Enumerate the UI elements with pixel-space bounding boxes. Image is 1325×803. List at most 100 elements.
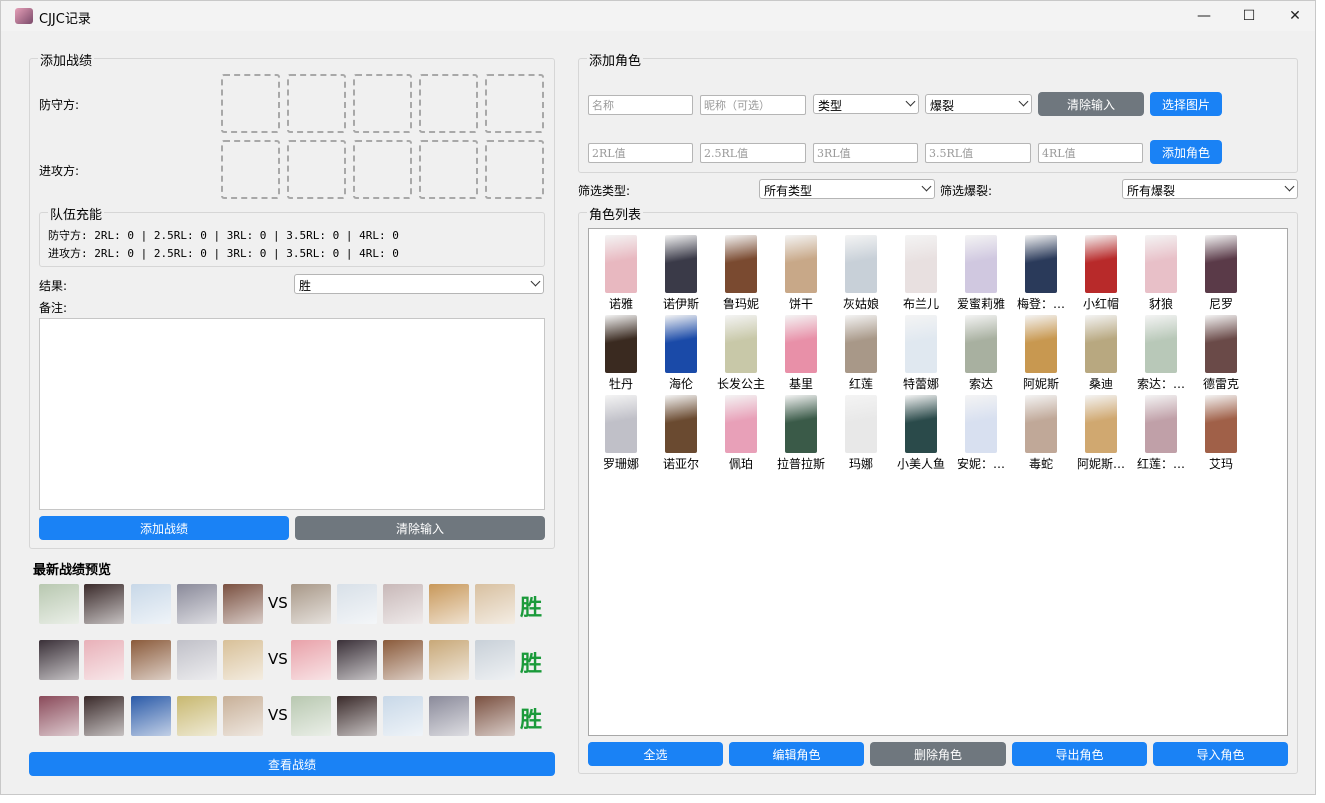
vs-label: VS — [268, 706, 288, 724]
character-item[interactable]: 红莲 — [831, 312, 891, 392]
character-name: 灰姑娘 — [842, 297, 879, 311]
character-item[interactable]: 豺狼 — [1131, 232, 1191, 312]
filter-burst-select[interactable]: 所有爆裂 — [1122, 179, 1298, 199]
preview-thumbnail — [39, 640, 79, 680]
add-character-button[interactable]: 添加角色 — [1150, 140, 1222, 164]
character-item[interactable]: 特蕾娜 — [891, 312, 951, 392]
character-item[interactable]: 阿妮斯 — [1011, 312, 1071, 392]
export-characters-button[interactable]: 导出角色 — [1012, 742, 1147, 766]
rl25-input[interactable] — [700, 143, 806, 163]
character-item[interactable]: 诺伊斯 — [651, 232, 711, 312]
notes-textarea[interactable] — [39, 318, 545, 510]
filter-type-label: 筛选类型: — [578, 184, 631, 198]
preview-thumbnail — [337, 640, 377, 680]
character-item[interactable]: 罗珊娜 — [591, 392, 651, 472]
result-select[interactable]: 胜 — [294, 274, 544, 294]
close-button[interactable]: ✕ — [1272, 1, 1318, 31]
character-item[interactable]: 饼干 — [771, 232, 831, 312]
character-item[interactable]: 红莲：… — [1131, 392, 1191, 472]
character-item[interactable]: 诺雅 — [591, 232, 651, 312]
rl3-input[interactable] — [813, 143, 918, 163]
defender-slot[interactable] — [419, 74, 478, 133]
attacker-slot[interactable] — [287, 140, 346, 199]
delete-character-button[interactable]: 删除角色 — [870, 742, 1006, 766]
character-item[interactable]: 灰姑娘 — [831, 232, 891, 312]
character-item[interactable]: 鲁玛妮 — [711, 232, 771, 312]
character-item[interactable]: 索达 — [951, 312, 1011, 392]
character-item[interactable]: 安妮：… — [951, 392, 1011, 472]
result-badge: 胜 — [520, 708, 543, 733]
character-item[interactable]: 爱蜜莉雅 — [951, 232, 1011, 312]
character-item[interactable]: 索达：… — [1131, 312, 1191, 392]
rl4-input[interactable] — [1038, 143, 1143, 163]
character-name: 鲁玛妮 — [722, 297, 759, 311]
preview-thumbnail — [84, 640, 124, 680]
choose-image-button[interactable]: 选择图片 — [1150, 92, 1222, 116]
maximize-button[interactable]: ☐ — [1226, 1, 1272, 31]
character-item[interactable]: 拉普拉斯 — [771, 392, 831, 472]
character-portrait — [1145, 395, 1177, 453]
nickname-input[interactable] — [700, 95, 806, 115]
rl2-input[interactable] — [588, 143, 693, 163]
filter-type-select[interactable]: 所有类型 — [759, 179, 935, 199]
rl35-input[interactable] — [925, 143, 1031, 163]
add-record-button[interactable]: 添加战绩 — [39, 516, 289, 540]
character-item[interactable]: 毒蛇 — [1011, 392, 1071, 472]
character-item[interactable]: 基里 — [771, 312, 831, 392]
preview-title: 最新战绩预览 — [33, 563, 112, 578]
name-input[interactable] — [588, 95, 693, 115]
character-item[interactable]: 布兰儿 — [891, 232, 951, 312]
character-item[interactable]: 小红帽 — [1071, 232, 1131, 312]
import-characters-button[interactable]: 导入角色 — [1153, 742, 1288, 766]
character-name: 诺伊斯 — [662, 297, 699, 311]
character-name: 阿妮斯… — [1076, 457, 1125, 471]
character-list-title: 角色列表 — [587, 204, 644, 223]
defender-slot[interactable] — [221, 74, 280, 133]
character-item[interactable]: 尼罗 — [1191, 232, 1251, 312]
attacker-slot[interactable] — [221, 140, 280, 199]
character-item[interactable]: 桑迪 — [1071, 312, 1131, 392]
preview-thumbnail — [223, 640, 263, 680]
character-list[interactable]: 诺雅 诺伊斯 鲁玛妮 饼干 灰姑娘 布兰儿 爱蜜莉雅 梅登：… 小红帽 豺狼 尼罗牡丹 海伦 长发公主 基… — [588, 228, 1288, 736]
attacker-slot[interactable] — [485, 140, 544, 199]
preview-thumbnail — [177, 584, 217, 624]
burst-select[interactable]: 爆裂 — [925, 94, 1032, 114]
defender-label: 防守方: — [39, 98, 80, 112]
defender-slot[interactable] — [287, 74, 346, 133]
character-item[interactable]: 阿妮斯… — [1071, 392, 1131, 472]
filter-type-value: 所有类型 — [764, 184, 813, 198]
type-select[interactable]: 类型 — [813, 94, 919, 114]
preview-thumbnail — [337, 696, 377, 736]
character-item[interactable]: 德雷克 — [1191, 312, 1251, 392]
character-item[interactable]: 牡丹 — [591, 312, 651, 392]
chevron-down-icon — [905, 96, 916, 107]
character-name: 爱蜜莉雅 — [956, 297, 1005, 311]
view-records-button[interactable]: 查看战绩 — [29, 752, 555, 776]
character-item[interactable]: 佩珀 — [711, 392, 771, 472]
result-badge: 胜 — [520, 652, 543, 677]
defender-slot[interactable] — [353, 74, 412, 133]
edit-character-button[interactable]: 编辑角色 — [729, 742, 864, 766]
minimize-button[interactable]: — — [1181, 1, 1227, 31]
clear-character-button[interactable]: 清除输入 — [1038, 92, 1144, 116]
character-item[interactable]: 梅登：… — [1011, 232, 1071, 312]
character-name: 布兰儿 — [902, 297, 939, 311]
character-portrait — [605, 235, 637, 293]
character-item[interactable]: 小美人鱼 — [891, 392, 951, 472]
clear-record-button[interactable]: 清除输入 — [295, 516, 545, 540]
preview-thumbnail — [177, 640, 217, 680]
character-item[interactable]: 海伦 — [651, 312, 711, 392]
defender-slot[interactable] — [485, 74, 544, 133]
character-name: 长发公主 — [716, 377, 765, 391]
attacker-slot[interactable] — [419, 140, 478, 199]
character-name: 毒蛇 — [1028, 457, 1053, 471]
select-all-button[interactable]: 全选 — [588, 742, 723, 766]
attacker-slot[interactable] — [353, 140, 412, 199]
character-item[interactable]: 长发公主 — [711, 312, 771, 392]
character-portrait — [725, 395, 757, 453]
character-item[interactable]: 诺亚尔 — [651, 392, 711, 472]
character-portrait — [665, 235, 697, 293]
character-item[interactable]: 玛娜 — [831, 392, 891, 472]
character-item[interactable]: 艾玛 — [1191, 392, 1251, 472]
preview-thumbnail — [84, 696, 124, 736]
